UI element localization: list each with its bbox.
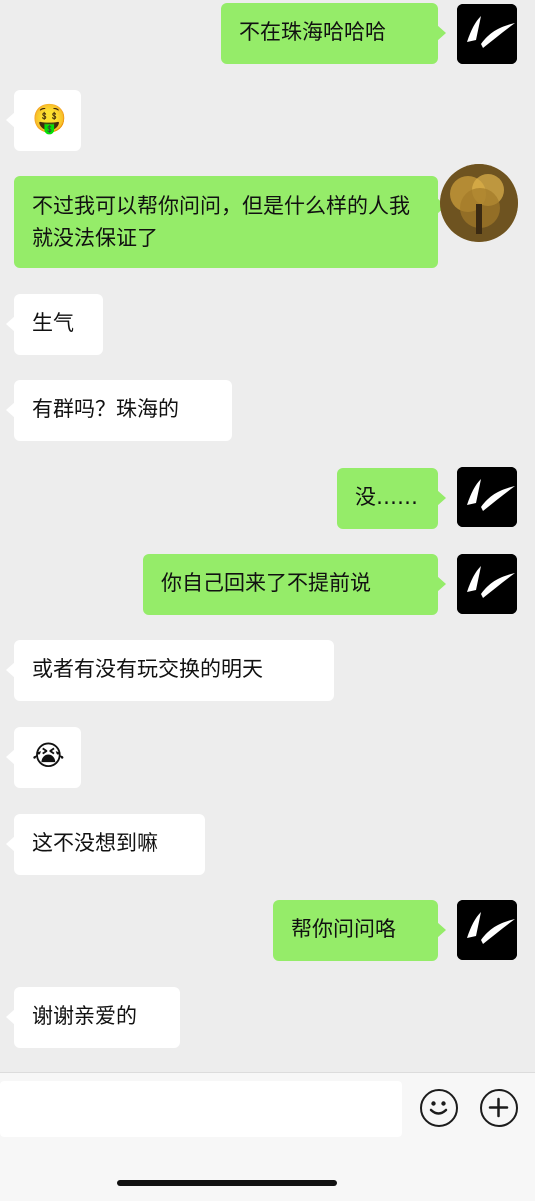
swoosh-logo-icon — [457, 467, 517, 527]
message-text: 没…… — [355, 485, 418, 509]
swoosh-logo-icon — [457, 900, 517, 960]
message-text: 你自己回来了不提前说 — [161, 571, 371, 595]
message-text: 帮你问问咯 — [291, 917, 396, 941]
message-text: 或者有没有玩交换的明天 — [32, 657, 263, 681]
tree-photo-icon — [440, 164, 518, 242]
message-bubble-received[interactable]: 有群吗？珠海的 — [6, 380, 232, 441]
money-mouth-emoji: 🤑 — [32, 102, 67, 135]
message-text: 不在珠海哈哈哈 — [239, 20, 386, 44]
message-bubble-received[interactable]: 这不没想到嘛 — [6, 814, 205, 875]
crying-emoji: 😭 — [32, 739, 65, 772]
message-input[interactable] — [0, 1081, 402, 1137]
self-avatar[interactable] — [457, 467, 517, 527]
message-bubble-received[interactable]: 😭 — [6, 727, 81, 788]
home-indicator — [117, 1180, 337, 1186]
message-bubble-sent[interactable]: 不过我可以帮你问问，但是什么样的人我就没法保证了 — [14, 176, 446, 268]
message-text: 不过我可以帮你问问，但是什么样的人我就没法保证了 — [32, 194, 410, 250]
message-text: 这不没想到嘛 — [32, 831, 158, 855]
message-bubble-received[interactable]: 或者有没有玩交换的明天 — [6, 640, 334, 701]
plus-circle-icon[interactable] — [480, 1089, 518, 1127]
self-avatar[interactable] — [457, 554, 517, 614]
message-text: 谢谢亲爱的 — [32, 1004, 137, 1028]
self-avatar[interactable] — [457, 4, 517, 64]
message-text: 生气 — [32, 311, 74, 335]
smiley-face-icon[interactable] — [420, 1089, 458, 1127]
message-bubble-received[interactable]: 🤑 — [6, 90, 81, 151]
message-bubble-sent[interactable]: 没…… — [337, 468, 446, 529]
message-bubble-received[interactable]: 谢谢亲爱的 — [6, 987, 180, 1048]
swoosh-logo-icon — [457, 554, 517, 614]
swoosh-logo-icon — [457, 4, 517, 64]
self-avatar-photo[interactable] — [440, 164, 518, 242]
message-bubble-received[interactable]: 生气 — [6, 294, 103, 355]
self-avatar[interactable] — [457, 900, 517, 960]
message-text: 有群吗？珠海的 — [32, 397, 179, 421]
message-bubble-sent[interactable]: 不在珠海哈哈哈 — [221, 3, 446, 64]
message-bubble-sent[interactable]: 帮你问问咯 — [273, 900, 446, 961]
message-bubble-sent[interactable]: 你自己回来了不提前说 — [143, 554, 446, 615]
